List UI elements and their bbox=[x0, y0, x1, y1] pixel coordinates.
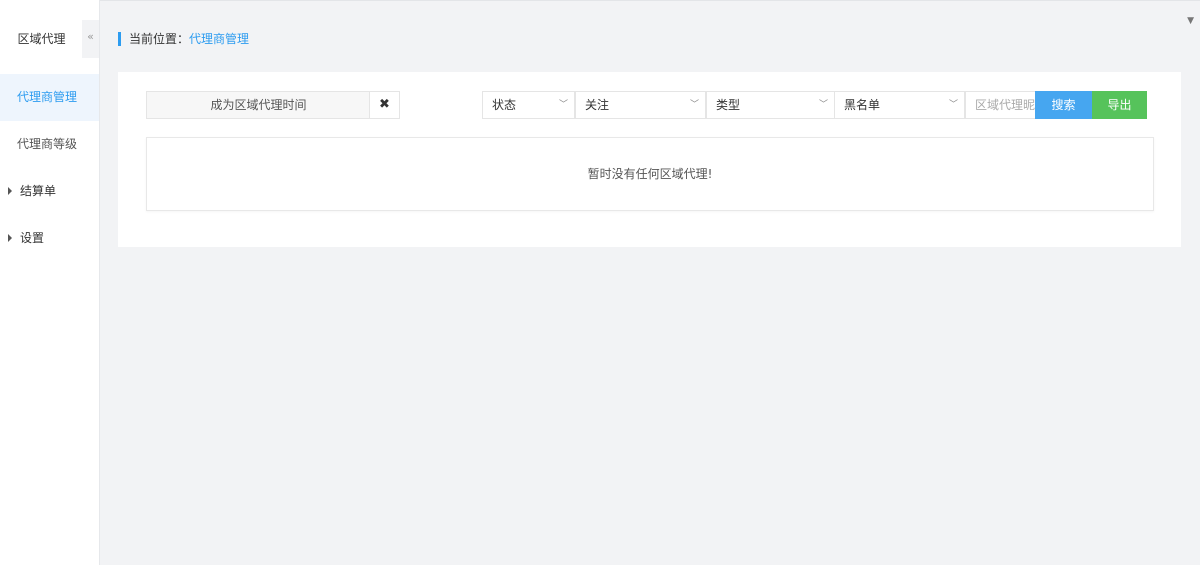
keyword-search-input[interactable] bbox=[965, 91, 1039, 119]
scroll-down-icon[interactable]: ▼ bbox=[1187, 16, 1194, 26]
follow-select[interactable]: 关注 ﹀ bbox=[575, 91, 706, 119]
export-button[interactable]: 导出 bbox=[1092, 91, 1147, 119]
type-select-label: 类型 bbox=[716, 98, 741, 112]
empty-state-message: 暂时没有任何区域代理! bbox=[146, 137, 1154, 211]
expand-triangle-icon bbox=[8, 186, 12, 195]
clear-date-icon[interactable]: ✖ bbox=[369, 91, 400, 119]
breadcrumb-prefix: 当前位置： bbox=[129, 32, 190, 46]
breadcrumb: 当前位置：代理商管理 bbox=[118, 31, 249, 47]
sidebar-group-label: 设置 bbox=[20, 231, 45, 245]
sidebar: 区域代理 « 代理商管理 代理商等级 结算单 设置 bbox=[0, 0, 100, 565]
follow-select-label: 关注 bbox=[585, 98, 610, 112]
chevron-down-icon: ﹀ bbox=[558, 100, 568, 110]
chevron-down-icon: ﹀ bbox=[948, 100, 958, 110]
blacklist-select[interactable]: 黑名单 ﹀ bbox=[834, 91, 965, 119]
status-select-label: 状态 bbox=[492, 98, 517, 112]
chevron-down-icon: ﹀ bbox=[818, 100, 828, 110]
chevron-down-icon: ﹀ bbox=[689, 100, 699, 110]
join-date-range-input[interactable]: 成为区域代理时间 bbox=[146, 91, 371, 119]
status-select[interactable]: 状态 ﹀ bbox=[482, 91, 575, 119]
type-select[interactable]: 类型 ﹀ bbox=[706, 91, 835, 119]
main-panel: 成为区域代理时间 ✖ 状态 ﹀ 关注 ﹀ 类型 ﹀ 黑名单 ﹀ 搜索 导出 暂时… bbox=[118, 72, 1181, 247]
sidebar-group-settlement[interactable]: 结算单 bbox=[0, 168, 99, 215]
sidebar-group-label: 结算单 bbox=[20, 184, 57, 198]
sidebar-group-settings[interactable]: 设置 bbox=[0, 215, 99, 262]
search-button[interactable]: 搜索 bbox=[1035, 91, 1092, 119]
top-divider bbox=[0, 0, 1200, 1]
blacklist-select-label: 黑名单 bbox=[844, 98, 881, 112]
sidebar-item-agent-management[interactable]: 代理商管理 bbox=[0, 74, 99, 121]
collapse-sidebar-icon[interactable]: « bbox=[82, 20, 99, 58]
sidebar-title: 区域代理 bbox=[17, 32, 66, 46]
sidebar-nav: 代理商管理 代理商等级 结算单 设置 bbox=[0, 74, 99, 262]
expand-triangle-icon bbox=[8, 233, 12, 242]
breadcrumb-current[interactable]: 代理商管理 bbox=[189, 32, 249, 46]
sidebar-item-agent-level[interactable]: 代理商等级 bbox=[0, 121, 99, 168]
breadcrumb-marker bbox=[118, 31, 121, 46]
